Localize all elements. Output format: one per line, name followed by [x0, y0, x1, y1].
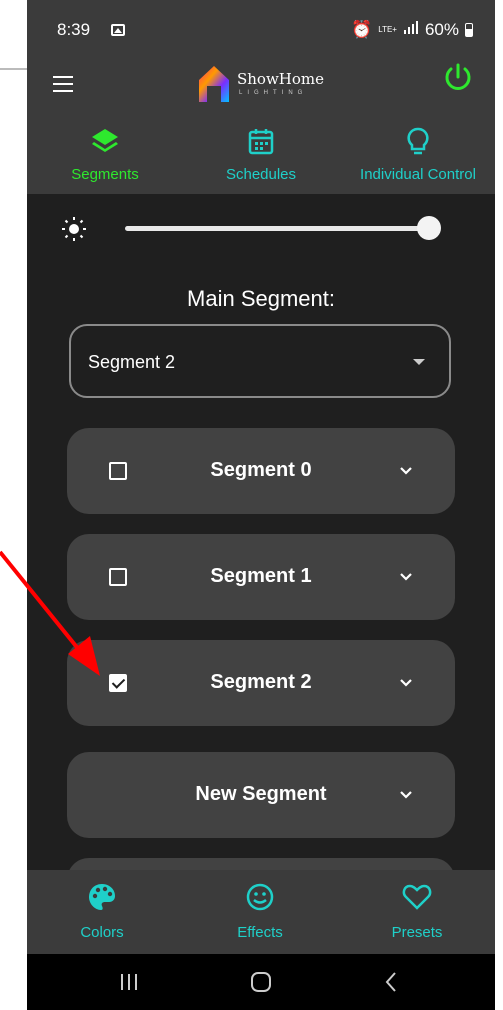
dropdown-value: Segment 2	[88, 352, 176, 372]
main-segment-label: Main Segment:	[187, 286, 335, 311]
status-time: 8:39	[57, 20, 91, 39]
tab-label: Individual Control	[360, 166, 476, 183]
brightness-icon	[61, 216, 87, 247]
image-notification-icon	[111, 24, 125, 36]
recent-apps-button[interactable]	[99, 954, 159, 1010]
tab-label: Presets	[391, 924, 443, 941]
top-tab-bar: Segments Schedules Individual Control	[27, 114, 495, 194]
network-type: LTE+	[378, 25, 397, 34]
palette-icon	[89, 884, 115, 910]
tab-presets[interactable]: Presets	[372, 870, 462, 954]
logo-title: ShowHome	[237, 70, 325, 88]
main-segment-dropdown[interactable]: Segment 2	[69, 324, 451, 398]
recent-apps-icon	[121, 974, 137, 990]
logo-subtitle: LIGHTING	[239, 90, 308, 96]
battery-percent: 60%	[424, 20, 459, 39]
tab-label: Colors	[80, 924, 124, 941]
app-header: ShowHome LIGHTING	[27, 56, 495, 114]
showhome-logo: ShowHome LIGHTING	[195, 60, 355, 104]
battery-icon	[465, 23, 473, 37]
system-nav-bar	[27, 954, 495, 1010]
tab-effects[interactable]: Effects	[215, 870, 305, 954]
chevron-down-icon	[400, 791, 412, 799]
home-icon	[251, 972, 271, 992]
back-icon	[385, 972, 396, 992]
phone-screen: 8:39 ⏰ LTE+ 60% ShowHome LIGHTING Segmen…	[27, 0, 495, 1010]
menu-icon[interactable]	[53, 76, 73, 92]
power-button[interactable]	[441, 60, 475, 99]
tab-label: Segments	[71, 166, 139, 183]
signal-icon	[403, 20, 419, 40]
bottom-tab-bar: Colors Effects Presets	[27, 870, 495, 954]
segment-card[interactable]: Segment 2	[67, 640, 455, 726]
chevron-down-icon	[400, 573, 412, 581]
tab-schedules[interactable]: Schedules	[205, 114, 317, 194]
home-button[interactable]	[231, 954, 291, 1010]
layers-icon	[92, 129, 118, 152]
tab-segments[interactable]: Segments	[49, 114, 161, 194]
chevron-down-icon	[400, 679, 412, 687]
brightness-slider-thumb[interactable]	[417, 216, 441, 240]
back-button[interactable]	[361, 954, 421, 1010]
segment-card[interactable]: Segment 1	[67, 534, 455, 620]
segment-card[interactable]: Segment 0	[67, 428, 455, 514]
power-icon	[445, 63, 471, 90]
tab-label: Effects	[237, 924, 283, 941]
alarm-icon: ⏰	[351, 20, 373, 39]
brightness-slider-track[interactable]	[125, 226, 431, 231]
house-logo-icon	[199, 66, 229, 102]
heart-icon	[402, 884, 432, 910]
lightbulb-icon	[407, 127, 429, 155]
calendar-icon	[248, 129, 274, 155]
new-segment-card[interactable]: New Segment	[67, 752, 455, 838]
tab-colors[interactable]: Colors	[57, 870, 147, 954]
status-bar: 8:39 ⏰ LTE+ 60%	[27, 0, 495, 56]
status-icons: ⏰ LTE+ 60%	[351, 20, 473, 40]
tab-label: Schedules	[225, 166, 297, 183]
smiley-icon	[246, 883, 274, 911]
tab-individual-control[interactable]: Individual Control	[353, 114, 483, 194]
caret-down-icon	[413, 359, 425, 365]
chevron-down-icon	[400, 467, 412, 475]
divider-line	[0, 68, 27, 70]
